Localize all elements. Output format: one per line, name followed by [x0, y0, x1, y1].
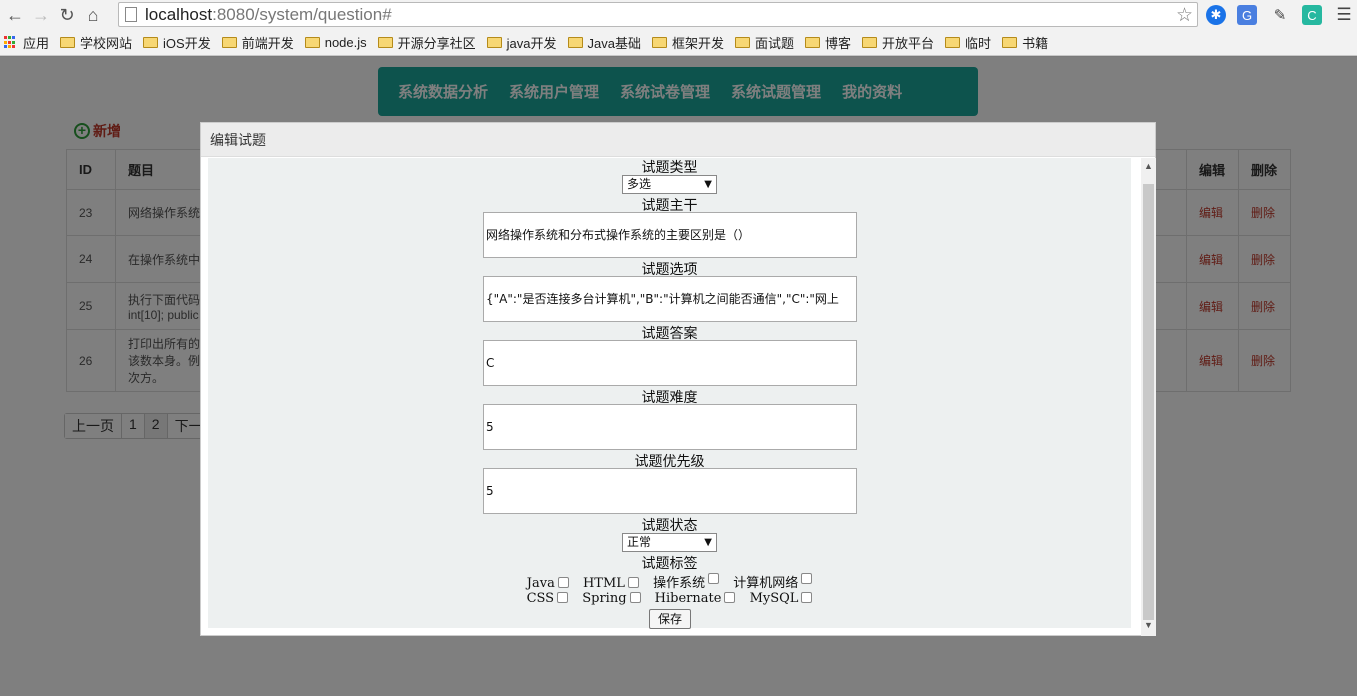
bookmarks-bar: 应用 学校网站 iOS开发 前端开发 node.js 开源分享社区 java开发…: [0, 30, 1357, 56]
scroll-down-icon[interactable]: ▼: [1144, 620, 1153, 630]
tag-checkbox[interactable]: [801, 592, 813, 603]
folder-icon: [805, 37, 821, 48]
answer-input[interactable]: C: [483, 340, 857, 386]
bookmark-folder[interactable]: 临时: [945, 33, 991, 52]
bookmark-folder[interactable]: java开发: [486, 33, 557, 52]
address-bar[interactable]: localhost:8080/system/question# ☆: [118, 2, 1198, 27]
bookmark-star-icon[interactable]: ☆: [1176, 4, 1193, 27]
bookmark-folder[interactable]: 开源分享社区: [377, 33, 476, 52]
folder-icon: [486, 37, 502, 48]
difficulty-input[interactable]: 5: [483, 404, 857, 450]
bookmark-folder[interactable]: 学校网站: [60, 33, 132, 52]
tag-css: CSS: [527, 591, 569, 606]
folder-icon: [60, 37, 76, 48]
folder-icon: [1002, 37, 1018, 48]
folder-icon: [945, 37, 961, 48]
tag-label: CSS: [526, 591, 555, 606]
folder-icon: [862, 37, 878, 48]
menu-icon[interactable]: ☰: [1334, 5, 1354, 25]
tag-label: HTML: [582, 576, 625, 591]
tags-row-1: Java HTML 操作系统 计算机网络: [208, 572, 1131, 591]
type-select[interactable]: 多选 ▼: [622, 175, 717, 194]
modal-header: 编辑试题: [201, 123, 1155, 157]
folder-icon: [221, 37, 237, 48]
folder-icon: [377, 37, 393, 48]
forward-icon[interactable]: →: [30, 4, 52, 26]
folder-icon: [567, 37, 583, 48]
apps-icon: [4, 36, 17, 49]
folder-icon: [143, 37, 159, 48]
page-icon: [125, 7, 137, 22]
back-icon[interactable]: ←: [4, 4, 26, 26]
bookmark-folder[interactable]: node.js: [304, 35, 367, 50]
options-input[interactable]: {"A":"是否连接多台计算机","B":"计算机之间能否通信","C":"网上: [483, 276, 857, 322]
bookmark-folder[interactable]: iOS开发: [143, 33, 211, 52]
modal-body: 试题类型 多选 ▼ 试题主干 网络操作系统和分布式操作系统的主要区别是（） 试题…: [208, 158, 1131, 629]
bookmark-folder[interactable]: 面试题: [735, 33, 794, 52]
home-icon[interactable]: ⌂: [82, 4, 104, 26]
status-label: 试题状态: [641, 518, 698, 534]
extension-circle-icon[interactable]: ✱: [1206, 5, 1226, 25]
bookmark-folder[interactable]: Java基础: [567, 33, 641, 52]
tag-checkbox[interactable]: [708, 573, 720, 584]
bookmark-folder[interactable]: 开放平台: [862, 33, 934, 52]
tag-label: MySQL: [749, 591, 799, 606]
eyedropper-extension-icon[interactable]: ✎: [1270, 5, 1290, 25]
modal-title: 编辑试题: [210, 131, 266, 148]
tag-checkbox[interactable]: [724, 592, 736, 603]
tag-hibernate: Hibernate: [655, 591, 736, 606]
tag-checkbox[interactable]: [557, 592, 569, 603]
tag-java: Java: [527, 576, 569, 591]
tag-checkbox[interactable]: [627, 577, 639, 588]
tag-label: Hibernate: [654, 591, 722, 606]
tag-mysql: MySQL: [750, 591, 813, 606]
browser-toolbar: ← → ↻ ⌂ localhost:8080/system/question# …: [0, 0, 1357, 30]
tag-checkbox[interactable]: [557, 577, 569, 588]
edit-question-modal: 编辑试题 试题类型 多选 ▼ 试题主干 网络操作系统和分布式操作系统的主要区别是…: [200, 122, 1156, 636]
type-select-value: 多选: [627, 177, 652, 191]
tag-checkbox[interactable]: [801, 573, 813, 584]
bookmark-apps[interactable]: 应用: [4, 33, 49, 52]
modal-scrollbar[interactable]: ▲ ▼: [1141, 158, 1156, 636]
type-label: 试题类型: [641, 160, 698, 176]
dropdown-arrow-icon: ▼: [704, 537, 712, 548]
status-select[interactable]: 正常 ▼: [622, 533, 717, 552]
tag-network: 计算机网络: [733, 572, 813, 591]
folder-icon: [651, 37, 667, 48]
dropdown-arrow-icon: ▼: [704, 179, 712, 190]
translate-extension-icon[interactable]: G: [1237, 5, 1257, 25]
bookmark-folder[interactable]: 书籍: [1002, 33, 1048, 52]
reload-icon[interactable]: ↻: [56, 4, 78, 26]
tag-spring: Spring: [582, 591, 641, 606]
url-text: localhost:8080/system/question#: [145, 4, 392, 24]
c-extension-icon[interactable]: C: [1302, 5, 1322, 25]
tag-label: Java: [526, 576, 555, 591]
scroll-up-icon[interactable]: ▲: [1144, 161, 1153, 171]
folder-icon: [304, 37, 320, 48]
bookmark-folder[interactable]: 前端开发: [221, 33, 294, 52]
priority-input[interactable]: 5: [483, 468, 857, 514]
save-button[interactable]: 保存: [649, 609, 691, 629]
scroll-thumb[interactable]: [1143, 184, 1154, 620]
tag-checkbox[interactable]: [629, 592, 641, 603]
bookmark-folder[interactable]: 博客: [805, 33, 851, 52]
tags-label: 试题标签: [641, 556, 698, 572]
tag-label: 计算机网络: [733, 576, 799, 591]
tag-html: HTML: [583, 576, 639, 591]
status-select-value: 正常: [627, 535, 652, 549]
stem-input[interactable]: 网络操作系统和分布式操作系统的主要区别是（）: [483, 212, 857, 258]
tag-label: 操作系统: [653, 576, 706, 591]
tag-label: Spring: [582, 591, 627, 606]
tags-row-2: CSS Spring Hibernate MySQL: [208, 591, 1131, 606]
bookmark-folder[interactable]: 框架开发: [651, 33, 724, 52]
folder-icon: [735, 37, 750, 48]
tag-os: 操作系统: [653, 572, 720, 591]
